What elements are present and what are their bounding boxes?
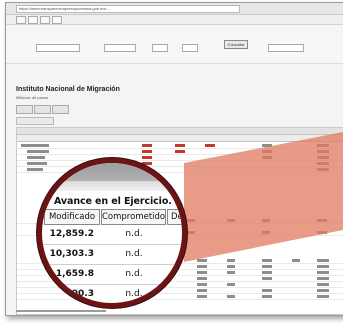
comprometido-value: n.d. bbox=[125, 229, 143, 239]
row-divider bbox=[42, 264, 182, 265]
magnified-gradient-band bbox=[42, 181, 182, 191]
row-divider bbox=[42, 284, 182, 285]
column-header-comprometido: Comprometido bbox=[101, 209, 166, 225]
modificado-value: 1,659.8 bbox=[55, 269, 94, 279]
column-header-modificado: Modificado bbox=[44, 209, 100, 225]
comprometido-value: n.d. bbox=[125, 249, 143, 259]
modificado-value: 12,859.2 bbox=[49, 229, 94, 239]
magnifier-callout: Avance en el Ejercicio. Millones de peso… bbox=[37, 158, 187, 308]
screenshot-scene: https://www.transparenciapresupuestaria.… bbox=[0, 0, 343, 323]
comprometido-value: n.d. bbox=[125, 269, 143, 279]
column-header-devengado: Devengado bbox=[167, 209, 182, 225]
modificado-value: 8,700.3 bbox=[55, 289, 94, 299]
row-divider bbox=[42, 244, 182, 245]
magnified-view: Avance en el Ejercicio. Millones de peso… bbox=[37, 158, 187, 308]
modificado-value: 10,303.3 bbox=[49, 249, 94, 259]
comprometido-value: n.d. bbox=[125, 289, 143, 299]
zoom-title: Avance en el Ejercicio. Millones de peso… bbox=[54, 196, 187, 207]
